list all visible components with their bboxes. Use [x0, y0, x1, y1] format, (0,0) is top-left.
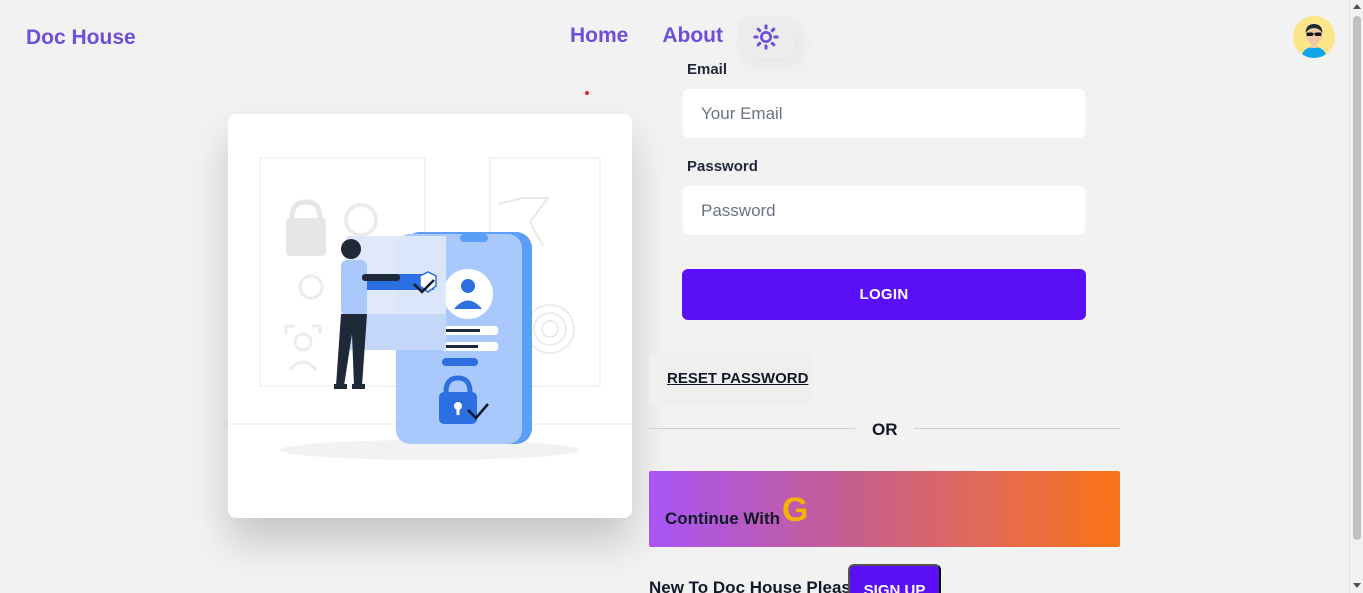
sun-icon — [753, 24, 779, 50]
gear-bg-icon — [344, 203, 378, 237]
signup-button[interactable]: SIGN UP — [848, 564, 941, 593]
or-divider-right — [914, 428, 1120, 429]
reset-password-button[interactable]: RESET PASSWORD — [649, 353, 813, 404]
scrollbar-thumb[interactable] — [1353, 16, 1361, 540]
or-divider-text: OR — [872, 420, 898, 439]
user-frame-bg-icon — [284, 324, 322, 371]
email-input[interactable] — [683, 89, 1085, 138]
nav-about-link[interactable]: About — [662, 24, 723, 48]
main-nav: Home About — [570, 24, 757, 48]
login-security-illustration — [228, 157, 632, 460]
gear-small-bg-icon — [298, 274, 324, 300]
fingerprint-bg-icon — [525, 304, 575, 354]
brand-logo[interactable]: Doc House — [26, 26, 136, 50]
scroll-up-arrow-icon[interactable] — [1353, 4, 1361, 9]
nav-home-link[interactable]: Home — [570, 24, 628, 48]
continue-with-google-button[interactable]: Continue With G — [649, 471, 1120, 547]
login-illustration-card — [228, 114, 632, 518]
theme-toggle-button[interactable] — [737, 16, 795, 58]
scroll-down-arrow-icon[interactable] — [1353, 583, 1361, 588]
password-label: Password — [687, 158, 758, 175]
google-g-icon: G — [782, 491, 809, 529]
red-dot-marker — [585, 91, 589, 95]
avatar-icon — [1293, 16, 1335, 58]
login-button[interactable]: LOGIN — [682, 269, 1086, 320]
user-avatar[interactable] — [1293, 16, 1335, 58]
password-input[interactable] — [683, 186, 1085, 235]
or-divider-left — [649, 428, 855, 429]
email-label: Email — [687, 61, 728, 78]
continue-with-label: Continue With — [665, 509, 781, 528]
padlock-bg-icon — [286, 199, 326, 256]
signup-prompt-text: New To Doc House Please — [649, 578, 861, 593]
page-scrollbar[interactable] — [1349, 0, 1363, 593]
